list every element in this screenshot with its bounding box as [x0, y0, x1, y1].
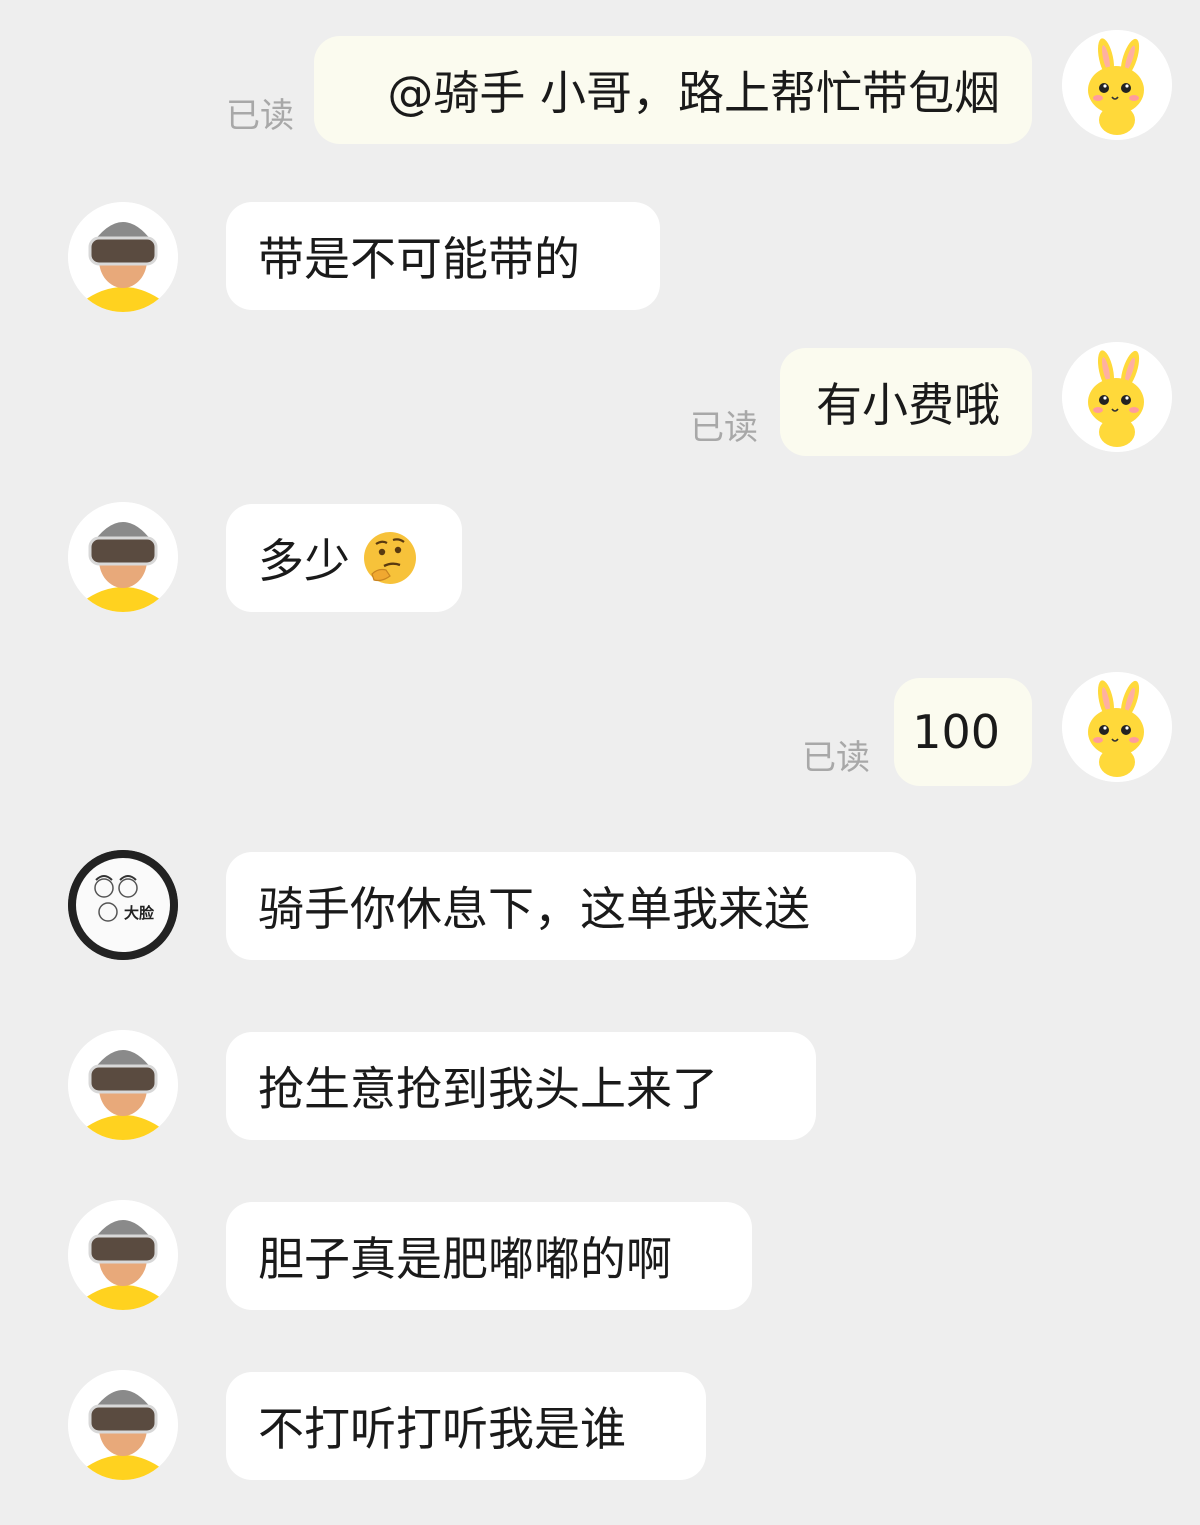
logo-icon: [68, 850, 178, 960]
helmet-rider-icon: [68, 1370, 178, 1480]
helmet-rider-icon: [68, 202, 178, 312]
message-text: @骑手 小哥，路上帮忙带包烟: [387, 66, 1000, 120]
message-bubble[interactable]: 不打听打听我是谁: [226, 1372, 706, 1480]
bunny-icon: [1062, 342, 1172, 452]
rider-avatar[interactable]: [68, 1200, 178, 1310]
message-bubble[interactable]: 胆子真是肥嘟嘟的啊: [226, 1202, 752, 1310]
daillan-logo-avatar[interactable]: 大脸: [68, 850, 178, 960]
read-receipt: 已读: [226, 96, 294, 136]
chat-view: 已读 @骑手 小哥，路上帮忙带包烟 带是不可能带的 已读 有小费哦 多少 已读 …: [0, 0, 1200, 1525]
rider-avatar[interactable]: [68, 202, 178, 312]
rider-avatar[interactable]: [68, 1030, 178, 1140]
message-bubble[interactable]: 带是不可能带的: [226, 202, 660, 310]
message-text: 胆子真是肥嘟嘟的啊: [258, 1232, 672, 1286]
helmet-rider-icon: [68, 502, 178, 612]
bunny-avatar[interactable]: [1062, 342, 1172, 452]
message-text: 骑手你休息下，这单我来送: [258, 882, 810, 936]
message-bubble[interactable]: 骑手你休息下，这单我来送: [226, 852, 916, 960]
message-text: 100: [912, 705, 1000, 759]
bunny-avatar[interactable]: [1062, 30, 1172, 140]
rider-avatar[interactable]: [68, 502, 178, 612]
helmet-rider-icon: [68, 1200, 178, 1310]
message-bubble[interactable]: 多少: [226, 504, 462, 612]
message-bubble[interactable]: 抢生意抢到我头上来了: [226, 1032, 816, 1140]
message-bubble[interactable]: @骑手 小哥，路上帮忙带包烟: [314, 36, 1032, 144]
helmet-rider-icon: [68, 1030, 178, 1140]
message-text: 抢生意抢到我头上来了: [258, 1062, 718, 1116]
bunny-icon: [1062, 30, 1172, 140]
read-receipt: 已读: [802, 738, 870, 778]
message-bubble[interactable]: 有小费哦: [780, 348, 1032, 456]
message-text: 不打听打听我是谁: [258, 1402, 626, 1456]
message-text: 有小费哦: [816, 378, 1000, 432]
bunny-icon: [1062, 672, 1172, 782]
message-text: 多少: [258, 534, 350, 588]
rider-avatar[interactable]: [68, 1370, 178, 1480]
message-text: 带是不可能带的: [258, 232, 580, 286]
bunny-avatar[interactable]: [1062, 672, 1172, 782]
logo-text: 大脸: [124, 904, 155, 922]
thinking-face-icon: [360, 528, 420, 588]
read-receipt: 已读: [690, 408, 758, 448]
message-bubble[interactable]: 100: [894, 678, 1032, 786]
